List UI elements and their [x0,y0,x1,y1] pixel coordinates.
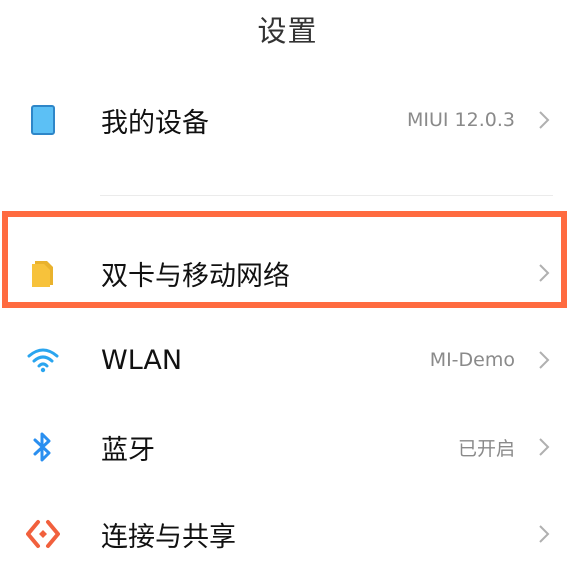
settings-item-label: 连接与共享 [101,521,236,553]
chevron-right-icon [535,435,553,459]
bluetooth-icon [24,428,62,466]
settings-item-value: MI-Demo [429,349,515,371]
highlight-box [2,211,567,308]
device-icon [24,101,62,139]
page-title: 设置 [257,14,318,48]
settings-item-my-device[interactable]: 我的设备 MIUI 12.0.3 [0,85,575,155]
settings-item-connection-share[interactable]: 连接与共享 [0,499,575,569]
settings-item-label: 蓝牙 [101,434,155,466]
divider [100,195,553,196]
settings-item-value: MIUI 12.0.3 [407,109,515,131]
settings-item-wlan[interactable]: WLAN MI-Demo [0,325,575,395]
settings-item-label: 我的设备 [101,107,209,139]
settings-item-label: WLAN [101,344,183,376]
wifi-icon [24,341,62,379]
chevron-right-icon [535,348,553,372]
settings-item-bluetooth[interactable]: 蓝牙 已开启 [0,412,575,482]
connection-share-icon [24,515,62,553]
chevron-right-icon [535,522,553,546]
settings-item-value: 已开启 [457,437,515,460]
chevron-right-icon [535,108,553,132]
